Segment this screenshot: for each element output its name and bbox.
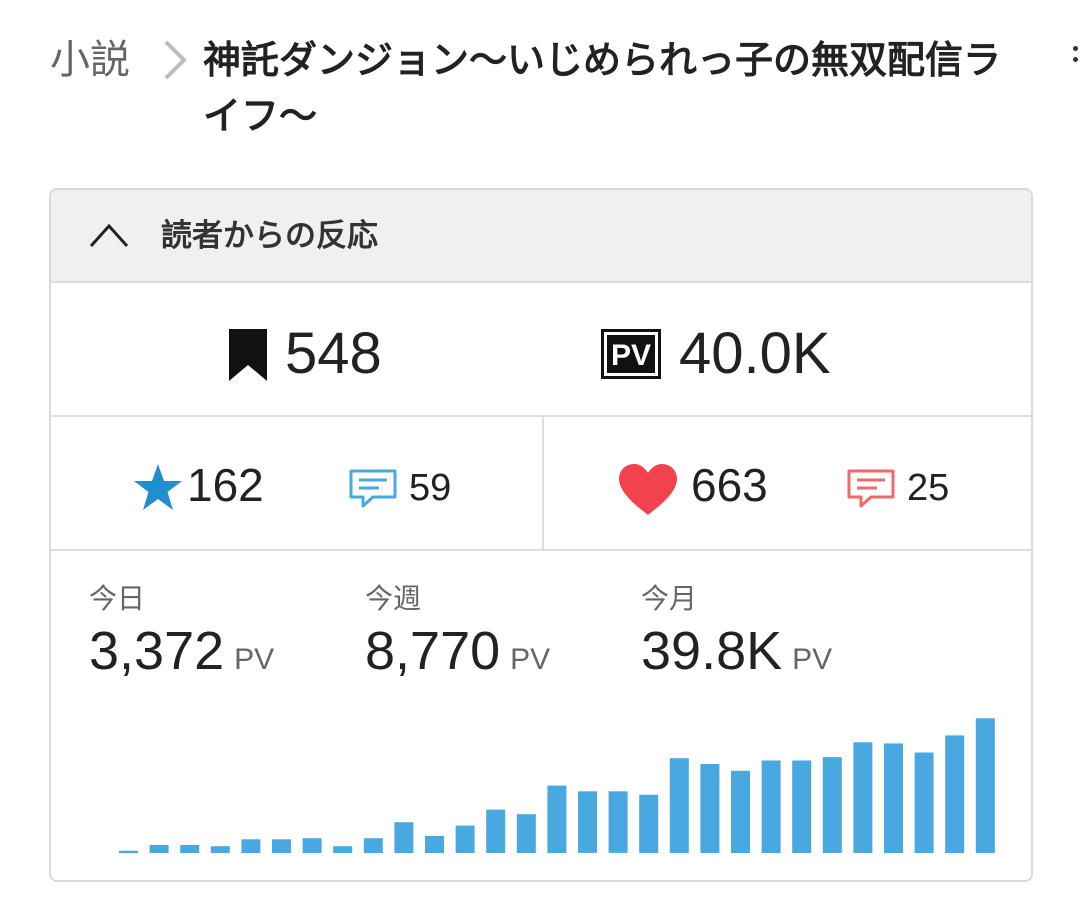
bookmark-icon [229,329,267,381]
pv-icon-text: PV [611,339,651,372]
pv-week-value: 8,770 PV [365,619,550,683]
pv-month-number: 39.8K [641,621,783,681]
panel-title: 読者からの反応 [161,218,378,254]
chart-bar [180,845,200,853]
pv-month-value: 39.8K PV [641,619,832,683]
pv-today-unit: PV [234,643,275,676]
chart-bar [149,845,169,853]
pv-today-value: 3,372 PV [89,619,274,683]
breadcrumb: 小説 神託ダンジョン〜いじめられっ子の無双配信ライフ〜 [50,28,1030,148]
heart-icon [619,464,677,515]
cheer-comment-count: 25 [907,467,950,509]
chart-bar [731,770,750,853]
breadcrumb-root-link[interactable]: 小説 [50,34,130,86]
chart-bar [547,785,567,853]
pv-week-label: 今週 [365,582,422,615]
reader-reactions-panel: 読者からの反応 548 PV 40.0K 162 59 663 25 今日 3,… [49,188,1033,882]
chart-bar [241,839,261,853]
chart-bar [639,794,659,853]
chart-bar [945,735,965,853]
chart-bar [210,846,230,854]
bookmark-count: 548 [285,321,382,386]
chart-bar [455,825,475,853]
totals-row: 548 PV 40.0K [51,283,1031,417]
chart-bar [578,791,597,853]
pv-month-unit: PV [792,643,833,676]
pv-stats: 今日 3,372 PV 今週 8,770 PV 今月 39.8K PV [51,551,1031,701]
chart-bar [975,718,995,853]
cheer-comment-icon[interactable] [847,469,895,509]
chart-bar [853,742,873,853]
pv-today-label: 今日 [89,582,146,615]
chart-bar [792,760,812,853]
work-title[interactable]: 神託ダンジョン〜いじめられっ子の無双配信ライフ〜 [203,32,1023,144]
chart-bar [914,752,934,853]
pv-total-count: 40.0K [679,321,831,386]
chart-bar [669,758,689,853]
ratings-divider [542,417,544,549]
daily-pv-chart [119,718,995,854]
chart-bar [302,838,322,853]
chart-bar [425,835,444,853]
pv-week-unit: PV [510,643,551,676]
chevron-up-icon[interactable] [87,220,131,250]
pv-icon: PV [601,329,661,379]
chart-bar [761,760,781,853]
pv-week-number: 8,770 [365,621,501,681]
chart-bar [333,846,353,854]
pv-today-number: 3,372 [89,621,225,681]
more-icon[interactable] [1071,42,1079,72]
review-count: 59 [409,467,452,509]
chevron-right-icon [164,40,187,80]
chart-bar [608,791,628,853]
chart-bar [516,814,536,853]
chart-bar [700,764,720,853]
chart-bar [486,809,506,853]
star-icon [134,464,182,510]
reactions-panel-header[interactable]: 読者からの反応 [51,190,1031,283]
chart-bar [363,838,383,853]
review-comment-icon[interactable] [349,469,397,509]
chart-bar [884,743,903,853]
chart-bar [272,839,291,853]
chart-bar [394,822,414,853]
heart-count: 663 [691,459,768,511]
chart-bar [119,850,138,853]
chart-bar [822,757,842,853]
pv-month-label: 今月 [641,582,698,615]
star-count: 162 [187,459,264,511]
ratings-row: 162 59 663 25 [51,417,1031,551]
